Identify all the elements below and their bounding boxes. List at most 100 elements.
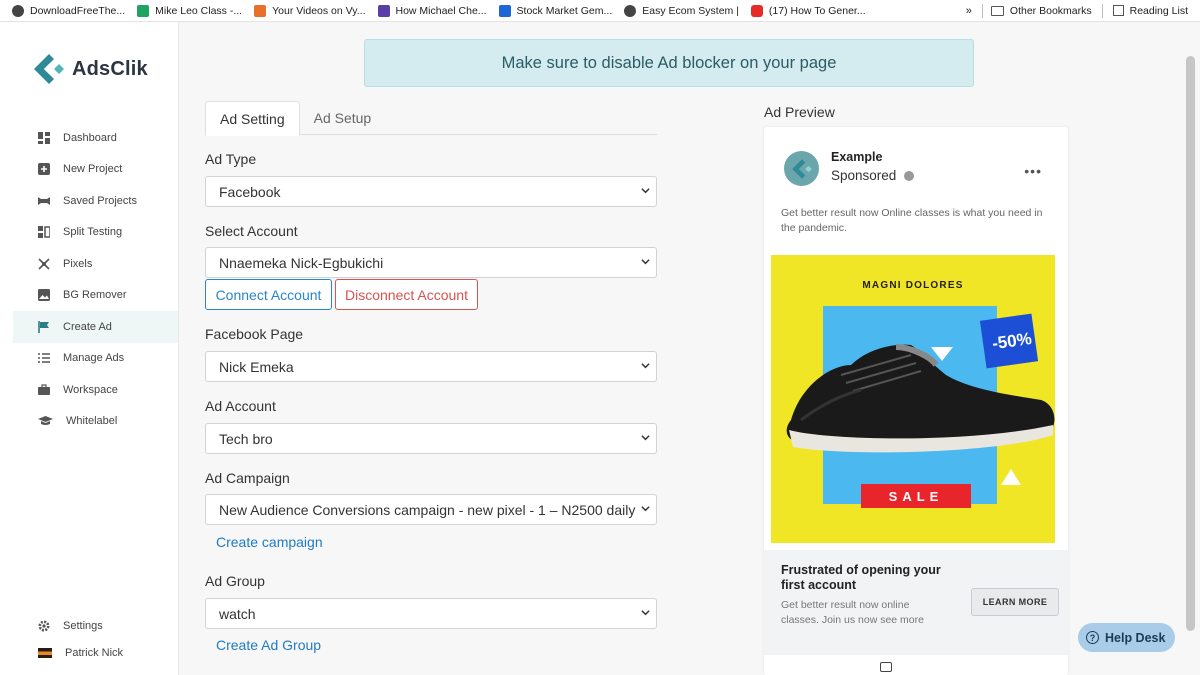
adblock-warning-banner: Make sure to disable Ad blocker on your … (364, 39, 974, 87)
ad-headline: Frustrated of opening your first account (781, 563, 941, 592)
udemy-icon (377, 4, 390, 17)
help-desk-label: Help Desk (1105, 630, 1166, 645)
account-select[interactable]: Nnaemeka Nick-Egbukichi (205, 247, 657, 278)
list-icon (38, 352, 50, 364)
tab-ad-setting[interactable]: Ad Setting (205, 101, 300, 136)
bookmarks-bar: DownloadFreeThe... Mike Leo Class -... Y… (0, 0, 1200, 22)
sidebar-footer: Settings Patrick Nick (13, 612, 178, 666)
ad-account-value: Tech bro (219, 430, 273, 447)
disconnect-account-button[interactable]: Disconnect Account (335, 279, 478, 310)
more-options-icon[interactable]: ••• (1024, 163, 1042, 179)
page-name: Example (831, 150, 883, 164)
image-icon (38, 289, 50, 302)
bookmark-2[interactable]: Mike Leo Class -... (125, 0, 242, 22)
settings-tabs: Ad Setting Ad Setup (205, 101, 657, 136)
ad-campaign-value: New Audience Conversions campaign - new … (219, 501, 636, 518)
dashboard-icon (38, 131, 50, 144)
connect-account-button[interactable]: Connect Account (205, 279, 332, 310)
sale-label-text: SALE (889, 489, 944, 504)
account-value: Nnaemeka Nick-Egbukichi (219, 254, 384, 271)
create-campaign-link[interactable]: Create campaign (216, 534, 323, 550)
sneaker-ad-graphic: -50% MAGNI DOLORES SALE (771, 255, 1055, 543)
sidebar-item-saved-projects[interactable]: Saved Projects (13, 185, 178, 217)
sidebar: AdsClik Dashboard New Project Saved Proj… (0, 22, 179, 675)
sidebar-item-new-project[interactable]: New Project (13, 154, 178, 186)
bookmark-6[interactable]: Easy Ecom System | (612, 0, 739, 22)
question-icon: ? (1086, 631, 1099, 644)
brand-logo[interactable]: AdsClik (32, 52, 148, 86)
ad-preview-title: Ad Preview (764, 104, 835, 120)
ad-group-select[interactable]: watch (205, 598, 657, 629)
sidebar-item-label: New Project (63, 163, 123, 176)
ad-creative-image: -50% MAGNI DOLORES SALE (771, 255, 1055, 543)
flag-icon (38, 320, 50, 333)
folder-icon (990, 5, 1004, 16)
ad-preview-card: Example Sponsored ••• Get better result … (764, 127, 1068, 675)
ad-type-select[interactable]: Facebook (205, 176, 657, 207)
tab-ad-setup[interactable]: Ad Setup (300, 101, 386, 135)
chevron-down-icon (641, 610, 650, 616)
sidebar-item-label: Settings (63, 620, 103, 632)
user-profile[interactable]: Patrick Nick (13, 640, 178, 666)
chevron-down-icon (641, 259, 650, 265)
ad-account-select[interactable]: Tech bro (205, 423, 657, 454)
sidebar-item-label: Whitelabel (66, 415, 118, 428)
chevron-down-icon (641, 363, 650, 369)
comment-icon[interactable] (880, 662, 892, 672)
briefcase-icon (38, 384, 50, 396)
divider (1101, 3, 1103, 18)
ad-link-section: Frustrated of opening your first account… (764, 550, 1068, 655)
sidebar-item-label: Create Ad (63, 320, 112, 333)
sidebar-item-settings[interactable]: Settings (13, 612, 178, 640)
avatar (38, 648, 52, 658)
chevron-down-icon (641, 188, 650, 194)
sidebar-item-label: Dashboard (63, 131, 117, 144)
learn-more-button[interactable]: LEARN MORE (971, 588, 1059, 616)
sidebar-item-dashboard[interactable]: Dashboard (13, 122, 178, 154)
sidebar-item-whitelabel[interactable]: Whitelabel (13, 406, 178, 438)
facebook-page-select[interactable]: Nick Emeka (205, 351, 657, 382)
bookmarks-overflow-button[interactable]: » (956, 5, 982, 17)
pixel-icon (38, 258, 50, 270)
brand-name: AdsClik (72, 57, 148, 80)
bookmark-3[interactable]: Your Videos on Vy... (242, 0, 366, 22)
ad-primary-text: Get better result now Online classes is … (781, 207, 1043, 234)
ad-type-label: Ad Type (205, 151, 257, 167)
globe-icon (12, 4, 24, 17)
sponsored-label: Sponsored (831, 168, 915, 183)
sponsored-text: Sponsored (831, 168, 897, 183)
sidebar-item-split-testing[interactable]: Split Testing (13, 217, 178, 249)
globe-icon (624, 4, 637, 17)
bookmark-4[interactable]: How Michael Che... (366, 0, 487, 22)
reading-list[interactable]: Reading List (1112, 0, 1200, 22)
other-bookmarks[interactable]: Other Bookmarks (990, 0, 1092, 22)
sidebar-item-manage-ads[interactable]: Manage Ads (13, 343, 178, 375)
sidebar-item-label: Workspace (63, 383, 118, 396)
vyond-icon (254, 4, 267, 17)
scrollbar-thumb[interactable] (1186, 56, 1195, 631)
create-ad-group-link[interactable]: Create Ad Group (216, 637, 321, 653)
sidebar-item-create-ad[interactable]: Create Ad (13, 311, 178, 343)
sidebar-item-bg-remover[interactable]: BG Remover (13, 280, 178, 312)
folder-icon (38, 195, 50, 207)
sidebar-item-label: Manage Ads (63, 352, 125, 365)
sidebar-item-label: Split Testing (63, 226, 123, 239)
ad-type-value: Facebook (219, 183, 281, 200)
bookmark-7[interactable]: (17) How To Gener... (739, 0, 866, 22)
adsclik-logo-icon (34, 54, 64, 84)
chevron-down-icon (641, 506, 650, 512)
help-desk-button[interactable]: ? Help Desk (1078, 623, 1175, 652)
youtube-icon (750, 4, 763, 17)
ad-group-label: Ad Group (205, 573, 265, 589)
sidebar-item-label: BG Remover (63, 289, 127, 302)
ad-campaign-select[interactable]: New Audience Conversions campaign - new … (205, 494, 657, 525)
globe-icon (904, 170, 915, 181)
sidebar-item-workspace[interactable]: Workspace (13, 374, 178, 406)
bookmark-5[interactable]: Stock Market Gem... (487, 0, 612, 22)
sidebar-item-pixels[interactable]: Pixels (13, 248, 178, 280)
ad-account-label: Ad Account (205, 398, 276, 414)
ad-campaign-label: Ad Campaign (205, 470, 290, 486)
ad-description: Get better result now online classes. Jo… (781, 599, 924, 626)
bookmark-1[interactable]: DownloadFreeThe... (0, 0, 125, 22)
page-avatar (784, 151, 819, 186)
